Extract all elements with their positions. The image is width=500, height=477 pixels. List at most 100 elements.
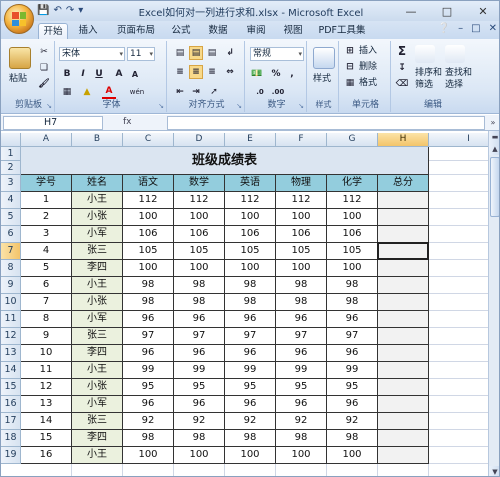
header-cell[interactable]: 化学 bbox=[327, 175, 378, 192]
total-cell[interactable] bbox=[378, 430, 429, 447]
select-all-button[interactable] bbox=[1, 133, 21, 147]
table-cell[interactable]: 105 bbox=[327, 243, 378, 260]
table-cell[interactable]: 100 bbox=[327, 447, 378, 464]
total-cell[interactable] bbox=[378, 294, 429, 311]
font-size-select[interactable]: 11 ▾ bbox=[127, 47, 155, 61]
table-cell[interactable]: 96 bbox=[174, 311, 225, 328]
row-header-1[interactable]: 1 bbox=[1, 147, 21, 161]
bold-button[interactable]: B bbox=[60, 67, 74, 81]
table-cell[interactable]: 105 bbox=[276, 243, 327, 260]
expand-formula-icon[interactable]: » bbox=[487, 116, 499, 130]
row-header-11[interactable]: 11 bbox=[1, 311, 21, 328]
shrink-font-button[interactable]: A bbox=[128, 67, 142, 81]
align-middle-icon[interactable]: ▤ bbox=[189, 46, 203, 60]
dialog-launcher-icon[interactable]: ↘ bbox=[46, 102, 52, 110]
percent-button[interactable]: % bbox=[269, 67, 283, 81]
table-cell[interactable]: 100 bbox=[123, 209, 174, 226]
header-cell[interactable]: 总分 bbox=[378, 175, 429, 192]
delete-cells-icon[interactable]: ⊟ bbox=[343, 60, 357, 74]
merge-center-icon[interactable]: ⇔ bbox=[223, 65, 237, 79]
table-cell[interactable]: 98 bbox=[225, 430, 276, 447]
tab-formulas[interactable]: 公式 bbox=[167, 23, 195, 39]
table-cell[interactable]: 100 bbox=[174, 209, 225, 226]
row-header-18[interactable]: 18 bbox=[1, 430, 21, 447]
fill-icon[interactable]: ↧ bbox=[395, 61, 409, 75]
column-header-b[interactable]: B bbox=[72, 133, 123, 147]
row-header-5[interactable]: 5 bbox=[1, 209, 21, 226]
table-cell[interactable]: 105 bbox=[174, 243, 225, 260]
cut-icon[interactable]: ✂ bbox=[37, 45, 51, 59]
tab-data[interactable]: 数据 bbox=[204, 23, 232, 39]
table-cell[interactable]: 6 bbox=[21, 277, 72, 294]
row-header-8[interactable]: 8 bbox=[1, 260, 21, 277]
split-box-icon[interactable]: ▬ bbox=[489, 131, 499, 143]
dialog-launcher-icon[interactable]: ↘ bbox=[236, 102, 242, 110]
total-cell[interactable] bbox=[378, 192, 429, 209]
total-cell[interactable] bbox=[378, 260, 429, 277]
table-cell[interactable]: 98 bbox=[327, 294, 378, 311]
table-cell[interactable]: 98 bbox=[123, 430, 174, 447]
table-cell[interactable]: 96 bbox=[327, 311, 378, 328]
tab-insert[interactable]: 插入 bbox=[73, 23, 103, 39]
table-cell[interactable]: 106 bbox=[225, 226, 276, 243]
row-header-7[interactable]: 7 bbox=[1, 243, 21, 260]
italic-button[interactable]: I bbox=[76, 67, 90, 81]
table-cell[interactable]: 4 bbox=[21, 243, 72, 260]
wrap-text-icon[interactable]: ↲ bbox=[223, 46, 237, 60]
column-header-i[interactable]: I bbox=[429, 133, 488, 147]
styles-icon[interactable] bbox=[313, 47, 335, 69]
empty-cell[interactable] bbox=[225, 464, 276, 476]
table-cell[interactable]: 105 bbox=[225, 243, 276, 260]
table-cell[interactable]: 96 bbox=[327, 396, 378, 413]
cell-i3[interactable] bbox=[429, 175, 488, 192]
format-cells-icon[interactable]: ▦ bbox=[343, 76, 357, 90]
total-cell[interactable] bbox=[378, 345, 429, 362]
table-cell[interactable]: 95 bbox=[276, 379, 327, 396]
insert-cells-icon[interactable]: ⊞ bbox=[343, 44, 357, 58]
increase-indent-icon[interactable]: ⇥ bbox=[189, 85, 203, 99]
table-cell[interactable]: 小军 bbox=[72, 311, 123, 328]
total-cell[interactable] bbox=[378, 396, 429, 413]
row-header-2[interactable]: 2 bbox=[1, 161, 21, 175]
empty-cell[interactable] bbox=[429, 243, 488, 260]
empty-cell[interactable] bbox=[123, 464, 174, 476]
table-cell[interactable]: 小军 bbox=[72, 226, 123, 243]
empty-cell[interactable] bbox=[429, 464, 488, 476]
table-cell[interactable]: 16 bbox=[21, 447, 72, 464]
fill-color-icon[interactable]: ▲ bbox=[80, 85, 94, 99]
table-cell[interactable]: 97 bbox=[174, 328, 225, 345]
table-cell[interactable]: 98 bbox=[327, 277, 378, 294]
row-header-6[interactable]: 6 bbox=[1, 226, 21, 243]
table-cell[interactable]: 96 bbox=[174, 345, 225, 362]
table-cell[interactable]: 96 bbox=[327, 345, 378, 362]
minimize-ribbon-icon[interactable]: – bbox=[458, 23, 463, 34]
row-header-16[interactable]: 16 bbox=[1, 396, 21, 413]
table-cell[interactable]: 98 bbox=[276, 294, 327, 311]
table-cell[interactable]: 92 bbox=[276, 413, 327, 430]
table-cell[interactable]: 96 bbox=[174, 396, 225, 413]
worksheet-grid[interactable]: ABCDEFGHI 1 2 3 4 5 6 7 8 9 10 11 12 13 14 15 16 17 18 19 … bbox=[1, 133, 488, 476]
table-cell[interactable]: 100 bbox=[327, 260, 378, 277]
help-icon[interactable]: ❔ bbox=[438, 23, 450, 34]
table-cell[interactable]: 106 bbox=[174, 226, 225, 243]
table-cell[interactable]: 112 bbox=[327, 192, 378, 209]
table-cell[interactable]: 105 bbox=[123, 243, 174, 260]
table-cell[interactable]: 100 bbox=[174, 447, 225, 464]
sort-filter-icon[interactable] bbox=[415, 45, 435, 63]
align-left-icon[interactable]: ≡ bbox=[173, 65, 187, 79]
table-cell[interactable]: 95 bbox=[327, 379, 378, 396]
empty-cell[interactable] bbox=[378, 464, 429, 476]
table-cell[interactable]: 96 bbox=[276, 311, 327, 328]
table-cell[interactable]: 小张 bbox=[72, 294, 123, 311]
phonetic-button[interactable]: wén bbox=[125, 85, 149, 99]
table-cell[interactable]: 100 bbox=[276, 260, 327, 277]
header-cell[interactable]: 数学 bbox=[174, 175, 225, 192]
restore-icon[interactable]: □ bbox=[429, 1, 465, 21]
table-cell[interactable]: 98 bbox=[225, 277, 276, 294]
table-cell[interactable]: 李四 bbox=[72, 345, 123, 362]
paste-label[interactable]: 粘贴 bbox=[9, 73, 27, 86]
table-cell[interactable]: 99 bbox=[174, 362, 225, 379]
name-box[interactable]: H7 bbox=[3, 116, 103, 130]
column-header-d[interactable]: D bbox=[174, 133, 225, 147]
table-cell[interactable]: 11 bbox=[21, 362, 72, 379]
